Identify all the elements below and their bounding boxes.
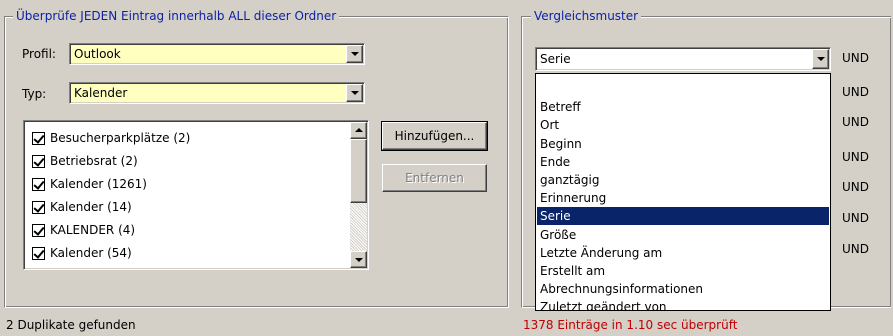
dropdown-option[interactable]: Ende [537,153,829,171]
folder-checkbox[interactable] [32,201,45,214]
typ-dropdown-button[interactable] [346,84,363,102]
und-label: UND [842,242,869,256]
profil-dropdown-button[interactable] [346,45,363,63]
profil-combobox[interactable]: Outlook [69,43,365,65]
dropdown-option[interactable]: Erstellt am [537,262,829,280]
profil-combobox-value: Outlook [74,47,121,61]
dropdown-option[interactable]: Letzte Änderung am [537,244,829,262]
comparison-combobox[interactable]: Serie [535,47,831,71]
arrow-up-icon [354,127,363,132]
dropdown-option[interactable] [537,80,829,98]
scroll-thumb[interactable] [350,139,367,203]
folder-list[interactable]: Besucherparkplätze (2) Betriebsrat (2) Kal… [23,120,369,270]
und-label: UND [842,85,869,99]
comparison-combobox-value: Serie [540,52,571,66]
status-entries-checked: 1378 Einträge in 1.10 sec überprüft [523,318,738,332]
dropdown-option[interactable]: Erinnerung [537,189,829,207]
chevron-down-icon [350,91,359,95]
dropdown-option[interactable]: Zuletzt geändert von [537,298,829,310]
remove-button[interactable]: Entfernen [382,164,487,192]
chevron-down-icon [350,52,359,56]
dropdown-options: Betreff Ort Beginn Ende ganztägig Erinnerung S… [536,74,830,310]
status-duplicates-found: 2 Duplikate gefunden [6,318,136,332]
typ-combobox-value: Kalender [74,86,128,100]
profil-label: Profil: [22,47,56,61]
folder-checkbox[interactable] [32,132,45,145]
folder-checkbox[interactable] [32,178,45,191]
und-label: UND [842,180,869,194]
folder-label: Betriebsrat (2) [50,154,138,168]
folder-list-scrollbar[interactable] [350,122,367,268]
folder-checkbox[interactable] [32,155,45,168]
comparison-dropdown-list[interactable]: Betreff Ort Beginn Ende ganztägig Erinnerung S… [535,73,831,311]
dropdown-option[interactable]: Ort [537,116,829,134]
folder-list-items: Besucherparkplätze (2) Betriebsrat (2) Kal… [24,121,349,269]
dropdown-option[interactable]: Beginn [537,135,829,153]
dropdown-option[interactable]: Serie [537,207,829,226]
und-label: UND [842,115,869,129]
und-label: UND [842,211,869,225]
arrow-down-icon [354,257,363,262]
folder-label: Kalender (54) [50,246,132,260]
folder-checkbox[interactable] [32,224,45,237]
comparison-dropdown-button[interactable] [812,49,829,69]
dropdown-option[interactable]: ganztägig [537,171,829,189]
typ-combobox[interactable]: Kalender [69,82,365,104]
folder-label: Kalender (1261) [50,177,147,191]
scroll-up-button[interactable] [350,122,367,139]
dropdown-option[interactable]: Betreff [537,98,829,116]
folder-label: Kalender (14) [50,200,132,214]
add-button[interactable]: Hinzufügen... [382,122,487,150]
chevron-down-icon [816,57,825,61]
dropdown-option[interactable]: Größe [537,226,829,244]
folder-checkbox[interactable] [32,247,45,260]
folder-group-legend: Überprüfe JEDEN Eintrag innerhalb ALL di… [13,9,340,23]
comparison-group-legend: Vergleichsmuster [531,9,642,23]
dropdown-option[interactable]: Abrechnungsinformationen [537,280,829,298]
und-label: UND [842,51,869,65]
typ-label: Typ: [22,87,47,101]
und-label: UND [842,150,869,164]
scroll-down-button[interactable] [350,251,367,268]
folder-label: Besucherparkplätze (2) [50,131,191,145]
folder-label: KALENDER (4) [50,223,136,237]
